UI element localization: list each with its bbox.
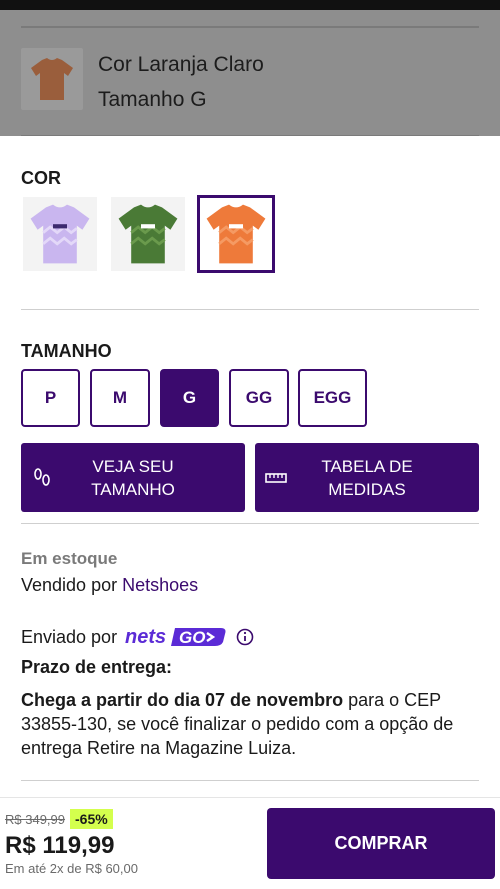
stock-status: Em estoque bbox=[21, 549, 118, 568]
current-price: R$ 119,99 bbox=[5, 832, 115, 859]
divider bbox=[21, 523, 479, 524]
netsgo-logo: nets GO bbox=[125, 626, 226, 648]
seller-link[interactable]: Netshoes bbox=[122, 575, 198, 595]
footprints-icon bbox=[34, 468, 50, 486]
selected-color-text: Cor Laranja Claro bbox=[98, 53, 264, 76]
discount-badge: -65% bbox=[70, 809, 113, 829]
divider bbox=[21, 309, 479, 310]
sold-by-text: Vendido por Netshoes bbox=[21, 575, 198, 596]
size-option-m[interactable]: M bbox=[90, 369, 150, 427]
size-option-p[interactable]: P bbox=[21, 369, 80, 427]
sold-by-prefix: Vendido por bbox=[21, 575, 123, 595]
divider bbox=[21, 780, 479, 781]
size-section-label: TAMANHO bbox=[21, 341, 112, 361]
color-swatch-lilac[interactable] bbox=[23, 197, 97, 271]
size-option-gg[interactable]: GG bbox=[229, 369, 289, 427]
purchase-footer: R$ 349,99 -65% R$ 119,99 Em até 2x de R$… bbox=[0, 797, 500, 889]
color-swatch-green[interactable] bbox=[111, 197, 185, 271]
color-swatch-orange[interactable] bbox=[197, 195, 275, 273]
shipped-by-label: Enviado por bbox=[21, 626, 118, 647]
selection-summary: Cor Laranja Claro Tamanho G bbox=[0, 10, 500, 136]
size-option-egg[interactable]: EGG bbox=[298, 369, 367, 427]
size-chart-line2: MEDIDAS bbox=[328, 479, 406, 499]
buy-button[interactable]: COMPRAR bbox=[267, 808, 495, 879]
color-section-label: COR bbox=[21, 168, 61, 188]
svg-text:GO: GO bbox=[179, 628, 205, 647]
status-bar bbox=[0, 0, 500, 10]
selected-product-thumbnail bbox=[21, 48, 83, 110]
old-price: R$ 349,99 bbox=[5, 812, 65, 827]
ruler-icon bbox=[265, 473, 287, 483]
jersey-icon bbox=[206, 204, 266, 264]
delivery-date: Chega a partir do dia 07 de novembro bbox=[21, 690, 344, 710]
size-chart-button[interactable]: TABELA DE MEDIDAS bbox=[255, 443, 479, 512]
see-your-size-line1: VEJA SEU bbox=[92, 456, 174, 476]
delivery-deadline-text: Chega a partir do dia 07 de novembro par… bbox=[21, 688, 481, 760]
size-option-g[interactable]: G bbox=[160, 369, 219, 427]
info-icon[interactable] bbox=[235, 627, 255, 647]
selected-size-text: Tamanho G bbox=[98, 88, 207, 111]
see-your-size-line2: TAMANHO bbox=[91, 479, 175, 499]
shipped-by-row: Enviado por nets GO bbox=[21, 625, 255, 649]
jersey-icon bbox=[118, 204, 178, 264]
see-your-size-button[interactable]: VEJA SEU TAMANHO bbox=[21, 443, 245, 512]
installments-text: Em até 2x de R$ 60,00 bbox=[5, 861, 138, 876]
divider bbox=[21, 26, 479, 28]
svg-text:nets: nets bbox=[125, 626, 166, 648]
delivery-deadline-title: Prazo de entrega: bbox=[21, 657, 173, 677]
divider bbox=[21, 135, 479, 136]
size-chart-line1: TABELA DE bbox=[321, 456, 413, 476]
jersey-icon bbox=[30, 204, 90, 264]
